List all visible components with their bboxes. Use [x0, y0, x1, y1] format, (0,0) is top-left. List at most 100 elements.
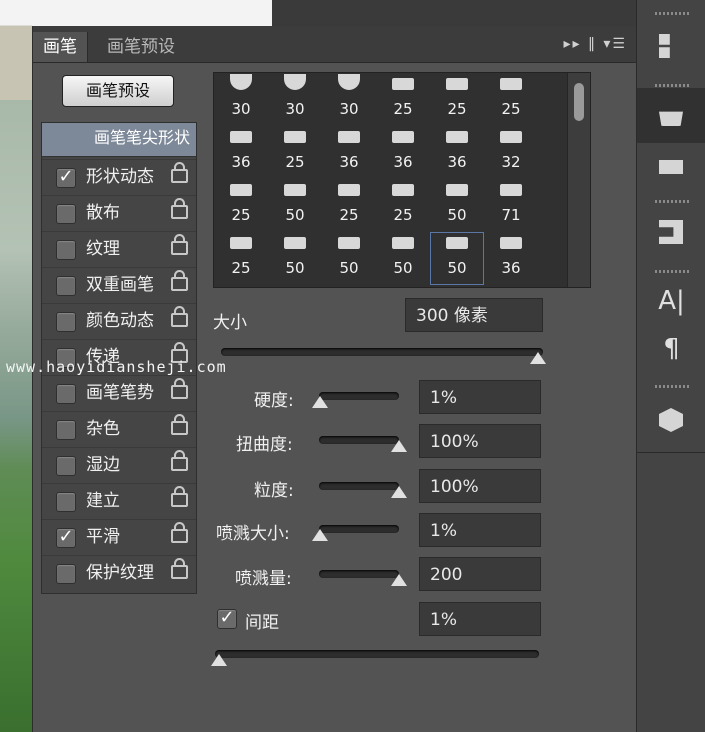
clone-source-tool-button[interactable] [637, 206, 705, 261]
grain-input[interactable]: 100% [419, 469, 541, 503]
brush-option-item[interactable]: 湿边 [42, 447, 196, 482]
tab-brush[interactable]: 画笔 [33, 32, 88, 62]
brush-tip-cell[interactable]: 36 [214, 126, 268, 179]
brush-tip-cell[interactable]: 50 [268, 232, 322, 285]
brush-option-item[interactable]: 纹理 [42, 231, 196, 266]
lock-icon[interactable] [171, 486, 188, 507]
brush-option-item[interactable]: 保护纹理 [42, 555, 196, 590]
brush-tip-cell[interactable]: 25 [376, 179, 430, 232]
spatter-amount-slider-track[interactable] [319, 570, 399, 578]
brush-grid-scrollbar[interactable] [567, 73, 590, 287]
brush-tip-cell[interactable]: 30 [268, 73, 322, 126]
lock-icon[interactable] [171, 306, 188, 327]
lock-icon[interactable] [171, 522, 188, 543]
brush-tip-cell[interactable]: 50 [376, 232, 430, 285]
option-checkbox[interactable] [56, 276, 76, 296]
grain-slider-thumb[interactable] [391, 486, 407, 498]
size-slider-thumb[interactable] [530, 352, 546, 364]
brush-option-item[interactable]: 散布 [42, 195, 196, 230]
brush-tip-cell[interactable]: 25 [484, 73, 538, 126]
spacing-input[interactable]: 1% [419, 602, 541, 636]
spatter-size-slider-thumb[interactable] [311, 529, 328, 541]
brush-tool-button[interactable] [637, 88, 705, 143]
panel-menu-icon[interactable]: ▸▸ ‖ ▾☰ [563, 36, 627, 52]
size-input[interactable]: 300 像素 [405, 298, 543, 332]
brush-tip-cell[interactable]: 25 [214, 232, 268, 285]
option-checkbox[interactable] [56, 240, 76, 260]
brush-tip-cell[interactable]: 25 [268, 126, 322, 179]
spacing-checkbox[interactable]: ✓ [217, 609, 237, 629]
option-checkbox[interactable] [56, 384, 76, 404]
brush-tip-cell[interactable]: 50 [430, 232, 484, 285]
properties-icon [659, 34, 670, 58]
spatter-size-slider-track[interactable] [319, 525, 399, 533]
option-checkbox[interactable] [56, 564, 76, 584]
lock-icon[interactable] [171, 414, 188, 435]
3d-tool-button[interactable] [637, 394, 705, 449]
brush-tip-cell[interactable]: 50 [322, 232, 376, 285]
lock-icon[interactable] [171, 162, 188, 183]
paragraph-tool-button[interactable]: ¶ [637, 334, 705, 364]
brush-tip-cell[interactable]: 30 [214, 73, 268, 126]
option-label: 建立 [86, 491, 120, 511]
scroll-thumb[interactable] [574, 83, 584, 121]
distortion-input[interactable]: 100% [419, 424, 541, 458]
brush-panel: 画笔 画笔预设 ▸▸ ‖ ▾☰ 画笔预设 画笔笔尖形状 ✓ 形状动态 散布 纹理 双重画… [32, 26, 637, 732]
spacing-slider-track[interactable] [215, 650, 539, 658]
brush-settings-tool-button[interactable] [637, 140, 705, 195]
spatter-amount-slider-thumb[interactable] [391, 574, 407, 586]
lock-icon[interactable] [171, 198, 188, 219]
brush-option-item[interactable]: ✓ 平滑 [42, 519, 196, 554]
option-checkbox[interactable]: ✓ [56, 528, 76, 548]
cube-icon [659, 408, 683, 432]
lock-icon[interactable] [171, 558, 188, 579]
option-checkbox[interactable] [56, 204, 76, 224]
spatter-size-input[interactable]: 1% [419, 513, 541, 547]
spatter-amount-input[interactable]: 200 [419, 557, 541, 591]
brush-tip-cell[interactable]: 36 [430, 126, 484, 179]
brush-tip-cell[interactable]: 71 [484, 179, 538, 232]
option-checkbox[interactable] [56, 312, 76, 332]
lock-icon[interactable] [171, 378, 188, 399]
option-checkbox[interactable] [56, 492, 76, 512]
brush-tip-cell[interactable]: 36 [484, 232, 538, 285]
brush-tip-icon [284, 237, 306, 249]
distortion-slider-thumb[interactable] [391, 440, 407, 452]
brush-tip-cell[interactable]: 25 [214, 179, 268, 232]
spacing-slider-thumb[interactable] [211, 654, 227, 666]
lock-icon[interactable] [171, 234, 188, 255]
option-checkbox[interactable] [56, 420, 76, 440]
brush-tip-cell[interactable]: 32 [484, 126, 538, 179]
brush-tip-cell[interactable]: 25 [376, 73, 430, 126]
brush-option-item[interactable]: 画笔笔势 [42, 375, 196, 410]
hardness-input[interactable]: 1% [419, 380, 541, 414]
brush-tip-cell[interactable]: 36 [322, 126, 376, 179]
brush-tip-cell[interactable]: 36 [376, 126, 430, 179]
brush-option-item[interactable]: 杂色 [42, 411, 196, 446]
brush-tip-cell[interactable]: 25 [322, 179, 376, 232]
brush-presets-button[interactable]: 画笔预设 [62, 75, 174, 107]
brush-option-item[interactable]: 建立 [42, 483, 196, 518]
lock-icon[interactable] [171, 450, 188, 471]
option-checkbox[interactable]: ✓ [56, 168, 76, 188]
lock-icon[interactable] [171, 270, 188, 291]
hardness-slider-thumb[interactable] [311, 396, 328, 408]
hardness-slider-track[interactable] [319, 392, 399, 400]
brush-tip-shape-item[interactable]: 画笔笔尖形状 [42, 123, 196, 157]
brush-tip-cell[interactable]: 50 [268, 179, 322, 232]
brush-option-item[interactable]: ✓ 形状动态 [42, 159, 196, 194]
properties-tool-button[interactable] [637, 20, 705, 75]
brush-option-item[interactable]: 双重画笔 [42, 267, 196, 302]
option-label: 保护纹理 [86, 563, 154, 583]
option-checkbox[interactable] [56, 456, 76, 476]
tab-brush-presets[interactable]: 画笔预设 [97, 32, 185, 62]
brush-tip-cell[interactable]: 50 [430, 179, 484, 232]
brush-tip-cell[interactable]: 30 [322, 73, 376, 126]
brush-tip-cell[interactable]: 25 [430, 73, 484, 126]
character-tool-button[interactable]: A| [637, 286, 705, 316]
grain-slider-track[interactable] [319, 482, 399, 490]
distortion-slider-track[interactable] [319, 436, 399, 444]
size-slider-track[interactable] [221, 348, 543, 356]
brush-option-item[interactable]: 颜色动态 [42, 303, 196, 338]
brush-size-label: 25 [393, 206, 413, 224]
